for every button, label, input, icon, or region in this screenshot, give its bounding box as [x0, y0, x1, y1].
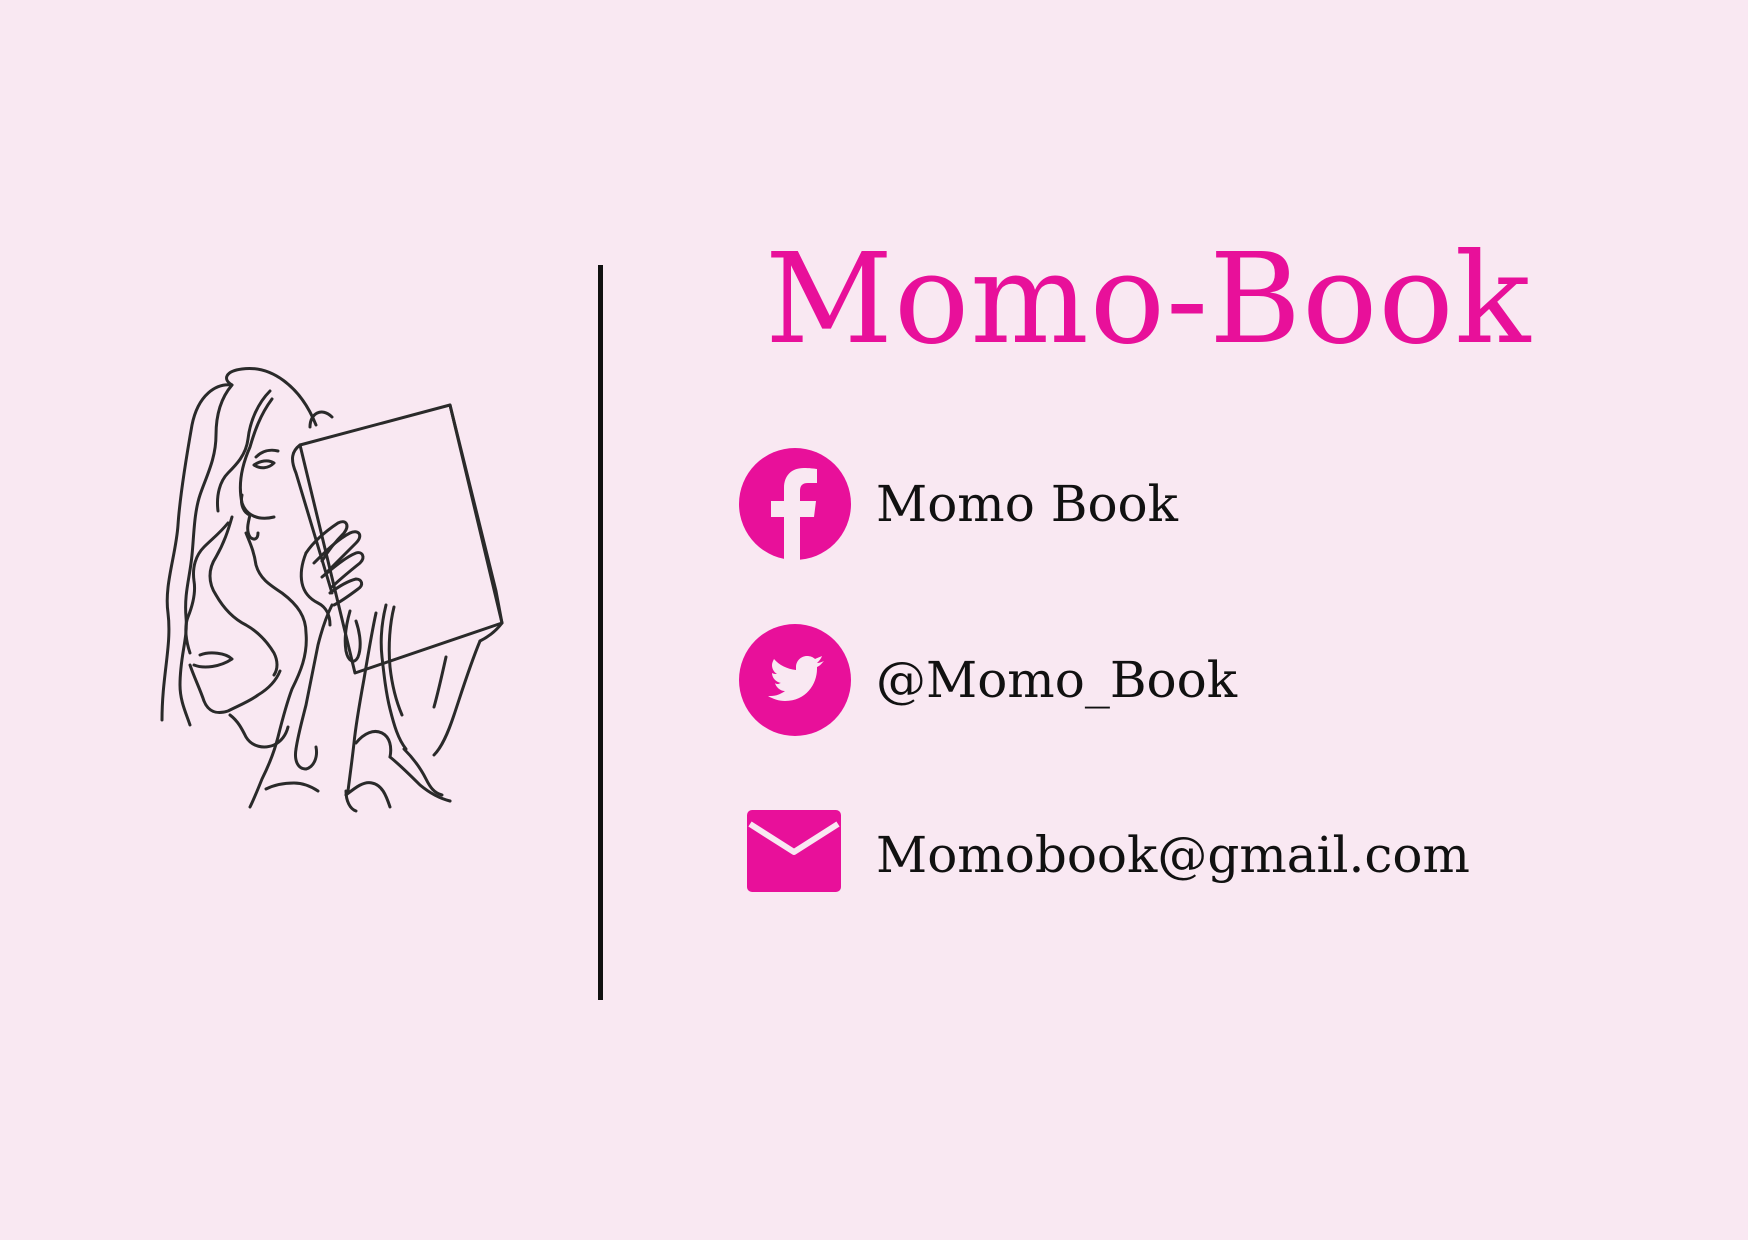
mail-icon — [747, 810, 841, 892]
vertical-divider — [598, 265, 603, 1000]
contact-row-email[interactable]: Momobook@gmail.com — [738, 800, 1638, 916]
twitter-handle: @Momo_Book — [876, 651, 1238, 709]
business-card: Momo-Book Momo Book @Momo_Book Momobook@… — [0, 0, 1748, 1240]
woman-reading-book-illustration — [160, 367, 504, 813]
facebook-icon — [739, 448, 851, 561]
facebook-handle: Momo Book — [876, 475, 1178, 533]
twitter-icon — [739, 624, 851, 736]
contact-row-facebook[interactable]: Momo Book — [738, 447, 1638, 563]
brand-title: Momo-Book — [765, 227, 1532, 372]
email-address: Momobook@gmail.com — [876, 826, 1470, 884]
contact-row-twitter[interactable]: @Momo_Book — [738, 623, 1638, 739]
